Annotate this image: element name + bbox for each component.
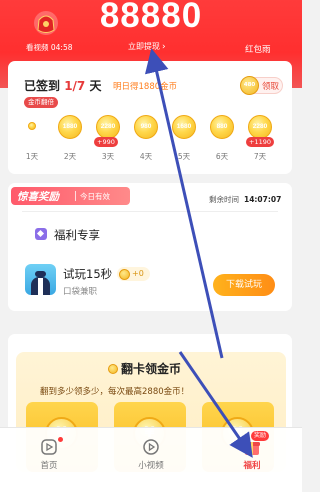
app-icon[interactable] (25, 264, 56, 295)
bonus-badge: +990 (94, 137, 118, 147)
withdraw-label: 立即提现 (128, 42, 160, 51)
double-coin-badge: 金币翻倍 (24, 97, 58, 108)
withdraw-link[interactable]: 立即提现 › (128, 41, 166, 52)
coin-icon (119, 269, 130, 280)
nav-item-home[interactable]: 首页 (19, 436, 79, 484)
day-label: 6天 (215, 152, 229, 161)
nav-item-welfare[interactable]: 奖励 福利 (222, 431, 282, 484)
coin-icon (28, 122, 36, 130)
coin-icon: 2280 (96, 115, 120, 139)
bottom-nav: 首页 小视频 奖励 福利 (0, 427, 302, 492)
signin-day[interactable]: 880 6天 (206, 110, 236, 172)
nav-label: 小视频 (138, 461, 164, 471)
signin-progress: 1/7 (64, 79, 86, 93)
signin-day[interactable]: 1天 (16, 110, 46, 172)
coin-icon (108, 364, 118, 374)
divider (22, 211, 278, 212)
bonus-badge: +1190 (246, 137, 274, 147)
nav-item-short-video[interactable]: 小视频 (121, 436, 181, 484)
day-label: 1天 (25, 152, 39, 161)
remaining-time: 剩余时间 14:07:07 (209, 194, 281, 205)
trial-reward: +0 (132, 269, 144, 278)
home-icon (41, 439, 57, 455)
signin-days: 1天 1880 2天 2280 +990 3天 980 4天 1680 5天 8… (16, 110, 284, 172)
coin-balance: 88880 (99, 0, 203, 35)
day-label: 2天 (63, 152, 77, 161)
claim-label: 领取 (262, 82, 280, 92)
red-pouch-icon[interactable] (33, 8, 59, 36)
signin-day[interactable]: 1880 2天 (54, 110, 84, 172)
remaining-countdown: 14:07:07 (244, 195, 282, 204)
vip-label: 福利专享 (54, 228, 100, 242)
coin-icon: 1880 (58, 115, 82, 139)
coin-icon: 980 (134, 115, 158, 139)
nav-label: 首页 (40, 461, 58, 471)
day-label: 7天 (253, 152, 267, 161)
surprise-subtitle: 今日有效 (80, 192, 110, 201)
remaining-label: 剩余时间 (209, 195, 239, 204)
download-trial-button[interactable]: 下载试玩 (213, 274, 275, 296)
coin-icon: 880 (210, 115, 234, 139)
day-label: 5天 (177, 152, 191, 161)
app-icon-shirt (38, 278, 43, 295)
redpack-rain-link[interactable]: 红包雨 (245, 43, 271, 55)
chevron-right-icon: › (162, 42, 166, 52)
trial-title: 试玩15秒 (63, 267, 113, 281)
coin-icon: 480 (240, 76, 259, 95)
surprise-title: 惊喜奖励 (17, 191, 59, 203)
flip-subtitle: 翻到多少领多少，每次最高2880金币！ (40, 387, 190, 397)
notification-dot (58, 437, 63, 442)
surprise-tag: 惊喜奖励 今日有效 (11, 187, 130, 205)
video-icon (143, 439, 159, 455)
vip-icon (35, 228, 47, 240)
surprise-reward-card: 惊喜奖励 今日有效 剩余时间 14:07:07 福利专享 试玩15秒 +0 口袋兼… (8, 183, 292, 311)
coin-icon: 2280 (248, 115, 272, 139)
signin-day[interactable]: 1680 5天 (168, 110, 198, 172)
nav-label: 福利 (243, 461, 261, 471)
day-label: 3天 (101, 152, 115, 161)
signin-subtitle: 明日得1880金币 (113, 82, 178, 92)
trial-app-name: 口袋兼职 (63, 287, 98, 297)
signin-day[interactable]: 2280 +1190 7天 (244, 110, 274, 172)
signin-title: 已签到 1/7 天 (24, 77, 101, 94)
claim-button[interactable]: 480 领取 (240, 76, 283, 95)
divider (75, 191, 76, 201)
coin-icon: 1680 (172, 115, 196, 139)
signin-day[interactable]: 980 4天 (130, 110, 160, 172)
reward-badge: 奖励 (251, 431, 270, 441)
signin-day[interactable]: 2280 +990 3天 (92, 110, 122, 172)
signin-title-suffix: 天 (85, 79, 102, 93)
day-label: 4天 (139, 152, 153, 161)
watch-video-timer[interactable]: 看视频 04:58 (26, 42, 73, 53)
flip-title: 翻卡领金币 (121, 362, 182, 376)
signin-card: 已签到 1/7 天 明日得1880金币 480 领取 金币翻倍 1天 1880 … (8, 61, 292, 174)
signin-title-prefix: 已签到 (24, 79, 65, 93)
